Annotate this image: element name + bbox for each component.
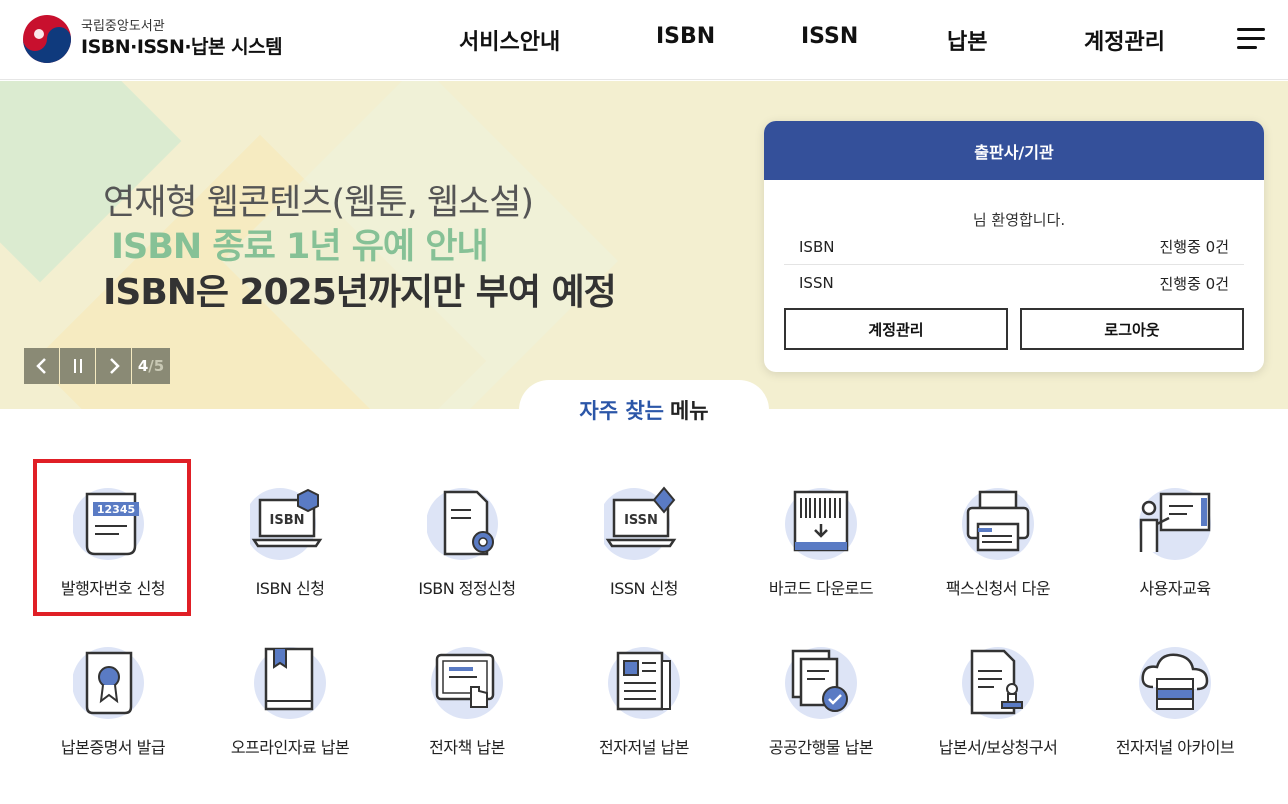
frequent-menu-title-rest: 메뉴: [669, 399, 709, 423]
menu-barcode-download[interactable]: 바코드 다운로드: [732, 460, 910, 610]
svg-text:12345: 12345: [97, 503, 135, 516]
slider-pause-button[interactable]: [60, 348, 95, 384]
barcode-download-icon: [785, 488, 857, 560]
welcome-message: 님 환영합니다.: [972, 211, 1066, 229]
account-manage-button[interactable]: 계정관리: [784, 308, 1008, 350]
fax-icon: [962, 488, 1034, 560]
frequent-menu-title-highlight: 자주 찾는: [579, 399, 664, 423]
menu-label: 팩스신청서 다운: [945, 579, 1051, 598]
menu-offline-deposit[interactable]: 오프라인자료 납본: [201, 619, 379, 769]
issn-status-label: ISSN: [799, 274, 834, 292]
document-gear-icon: [427, 488, 498, 560]
slider-controls: 4/5: [24, 348, 170, 384]
menu-label: ISSN 신청: [609, 579, 679, 598]
menu-issn-apply[interactable]: ISSN ISSN 신청: [555, 460, 733, 610]
taegeuk-logo-icon: [23, 15, 71, 63]
menu-label: 전자저널 납본: [599, 738, 689, 757]
nav-account[interactable]: 계정관리: [1084, 24, 1165, 56]
menu-label: 발행자번호 신청: [60, 579, 166, 598]
banner-slide[interactable]: 연재형 웹콘텐츠(웹툰, 웹소설) ISBN 종료 1년 유예 안내 ISBN은…: [103, 181, 617, 317]
nav-issn[interactable]: ISSN: [801, 24, 858, 49]
user-info-card: 출판사/기관 님 환영합니다. ISBN 진행중 0건 ISSN 진행중 0건 …: [764, 121, 1264, 372]
logo-system-name: ISBN·ISSN·납본 시스템: [81, 36, 283, 58]
menu-deposit-compensation-form[interactable]: 납본서/보상청구서: [909, 619, 1087, 769]
menu-label: 바코드 다운로드: [768, 579, 874, 598]
menu-isbn-apply[interactable]: ISBN ISBN 신청: [201, 460, 379, 610]
chevron-right-icon: [109, 358, 120, 374]
slider-page-current: 4: [137, 357, 149, 375]
menu-label: ISBN 정정신청: [418, 579, 516, 598]
menu-label: 오프라인자료 납본: [230, 738, 350, 757]
menu-label: 전자책 납본: [429, 738, 505, 757]
menu-deposit-certificate[interactable]: 납본증명서 발급: [24, 619, 202, 769]
hamburger-icon[interactable]: [1237, 28, 1265, 50]
journal-icon: [608, 647, 680, 719]
menu-label: 사용자교육: [1139, 579, 1211, 598]
menu-ejournal-deposit[interactable]: 전자저널 납본: [555, 619, 733, 769]
frequent-menu-title: 자주 찾는 메뉴: [519, 380, 769, 440]
slider-prev-button[interactable]: [24, 348, 59, 384]
isbn-laptop-icon: ISBN: [250, 488, 323, 560]
isbn-status-label: ISBN: [799, 237, 835, 256]
nav-isbn[interactable]: ISBN: [656, 24, 715, 49]
chevron-left-icon: [35, 358, 46, 374]
isbn-status-count: 진행중 0건: [1159, 238, 1229, 256]
menu-label: ISBN 신청: [255, 579, 325, 598]
banner-headline-1: 연재형 웹콘텐츠(웹툰, 웹소설): [103, 183, 534, 223]
menu-public-publication-deposit[interactable]: 공공간행물 납본: [732, 619, 910, 769]
menu-ejournal-archive[interactable]: 전자저널 아카이브: [1086, 619, 1264, 769]
certificate-icon: [73, 647, 144, 719]
slider-page-indicator: 4/5: [132, 348, 170, 384]
svg-text:ISBN: ISBN: [270, 513, 305, 528]
issn-status-row[interactable]: ISSN 진행중 0건: [784, 265, 1244, 301]
site-logo[interactable]: 국립중앙도서관 ISBN·ISSN·납본 시스템: [22, 14, 283, 64]
tablet-touch-icon: [431, 647, 503, 719]
presentation-icon: [1139, 488, 1211, 560]
banner-headline-3: ISBN은 2025년까지만 부여 예정: [103, 272, 617, 313]
nav-deposit[interactable]: 납본: [947, 24, 987, 56]
menu-fax-form-download[interactable]: 팩스신청서 다운: [909, 460, 1087, 610]
slider-next-button[interactable]: [96, 348, 131, 384]
isbn-status-row[interactable]: ISBN 진행중 0건: [784, 229, 1244, 265]
menu-label: 납본증명서 발급: [60, 738, 166, 757]
document-stamp-icon: [962, 647, 1034, 719]
menu-user-education[interactable]: 사용자교육: [1086, 460, 1264, 610]
book-icon: [254, 647, 326, 719]
menu-label: 납본서/보상청구서: [938, 738, 1058, 757]
site-header: 국립중앙도서관 ISBN·ISSN·납본 시스템 서비스안내 ISBN ISSN…: [0, 0, 1288, 80]
pause-icon: [73, 359, 82, 373]
logo-org-name: 국립중앙도서관: [81, 19, 165, 34]
menu-label: 전자저널 아카이브: [1115, 738, 1235, 757]
nav-service-info[interactable]: 서비스안내: [459, 24, 560, 56]
menu-publisher-number[interactable]: 12345 발행자번호 신청: [24, 460, 202, 610]
card-title: 출판사/기관: [764, 121, 1264, 180]
slider-page-total: /5: [148, 357, 165, 375]
documents-check-icon: [785, 647, 857, 719]
cloud-server-icon: [1139, 647, 1211, 719]
issn-status-count: 진행중 0건: [1159, 274, 1229, 293]
logout-button[interactable]: 로그아웃: [1020, 308, 1244, 350]
menu-isbn-correction[interactable]: ISBN 정정신청: [378, 460, 556, 610]
issn-laptop-icon: ISSN: [604, 486, 677, 560]
svg-text:ISSN: ISSN: [624, 513, 658, 528]
menu-ebook-deposit[interactable]: 전자책 납본: [378, 619, 556, 769]
banner-headline-2: ISBN 종료 1년 유예 안내: [111, 227, 489, 267]
menu-label: 공공간행물 납본: [768, 738, 874, 757]
publisher-number-icon: 12345: [73, 488, 144, 560]
